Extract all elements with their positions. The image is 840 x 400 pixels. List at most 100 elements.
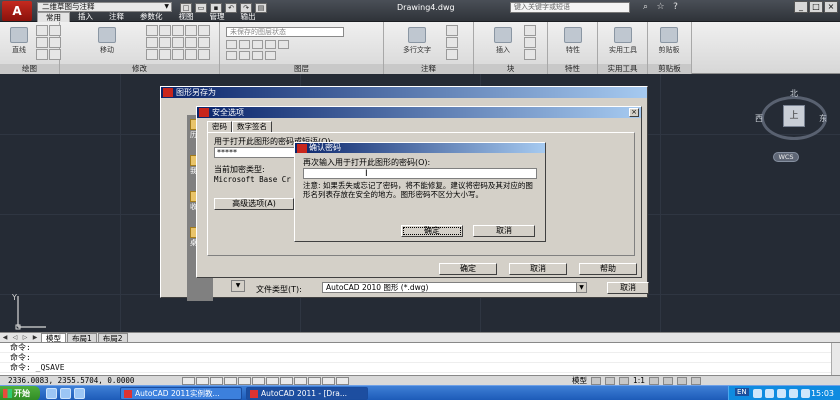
undo-icon[interactable]: ↶ <box>225 3 237 13</box>
taskbar-item-tutorial[interactable]: AutoCAD 2011实例教... <box>120 387 242 400</box>
lock-icon[interactable] <box>265 40 276 49</box>
bulb-icon[interactable] <box>239 40 250 49</box>
copy-icon[interactable] <box>185 25 197 36</box>
workspace-icon[interactable] <box>663 377 674 385</box>
zoom-icon[interactable] <box>619 377 629 385</box>
ime-icon[interactable] <box>789 389 798 398</box>
confirm-cancel-button[interactable]: 取消 <box>473 225 535 237</box>
dyn-icon[interactable] <box>280 377 293 385</box>
move-button[interactable]: 移动 <box>90 25 124 61</box>
update-icon[interactable] <box>801 389 810 398</box>
grid-icon[interactable] <box>196 377 209 385</box>
tab-layout2[interactable]: 布局2 <box>97 333 128 343</box>
chamfer-icon[interactable] <box>172 49 184 60</box>
close-button[interactable]: × <box>824 1 838 13</box>
star-icon[interactable]: ☆ <box>655 2 666 13</box>
clipboard-button[interactable]: 剪贴板 <box>652 25 686 61</box>
osnap-icon[interactable] <box>238 377 251 385</box>
viewcube[interactable]: 北 西 东 上 WCS <box>753 88 833 170</box>
application-menu-button[interactable]: A <box>2 1 32 21</box>
panel-label-annotation[interactable]: 注释 <box>384 64 473 74</box>
tab-parametric[interactable]: 参数化 <box>132 12 171 22</box>
tab-digital-signature[interactable]: 数字签名 <box>232 121 272 132</box>
chevron-down-icon[interactable]: ▼ <box>231 280 245 292</box>
explode-icon[interactable] <box>159 37 171 48</box>
table-icon[interactable] <box>446 49 458 60</box>
security-icon[interactable] <box>777 389 786 398</box>
next-tab-icon[interactable]: ▷ <box>20 333 30 342</box>
save-as-cancel-button[interactable]: 取消 <box>607 282 649 294</box>
compass-north[interactable]: 北 <box>790 88 798 99</box>
stretch-icon[interactable] <box>172 37 184 48</box>
compass-east[interactable]: 东 <box>819 113 827 124</box>
new-icon[interactable]: □ <box>180 3 192 13</box>
compass-west[interactable]: 西 <box>755 113 763 124</box>
tab-annotate[interactable]: 注释 <box>101 12 132 22</box>
viewcube-top-face[interactable]: 上 <box>783 105 805 127</box>
command-scrollbar[interactable] <box>831 343 840 376</box>
open-icon[interactable]: ▭ <box>195 3 207 13</box>
taskbar-item-autocad[interactable]: AutoCAD 2011 - [Dra... <box>246 387 368 400</box>
help-search-input[interactable]: 键入关键字或短语 <box>510 2 630 13</box>
create-block-icon[interactable] <box>524 25 536 36</box>
lock-icon[interactable] <box>677 377 688 385</box>
tab-output[interactable]: 输出 <box>233 12 264 22</box>
minimize-button[interactable]: _ <box>794 1 808 13</box>
quick-properties-icon[interactable] <box>322 377 335 385</box>
extend-icon[interactable] <box>159 49 171 60</box>
last-tab-icon[interactable]: ▶ <box>30 333 40 342</box>
layer-properties-icon[interactable] <box>226 40 237 49</box>
tab-model[interactable]: 模型 <box>41 333 66 343</box>
volume-icon[interactable] <box>765 389 774 398</box>
utilities-button[interactable]: 实用工具 <box>600 25 646 61</box>
snap-icon[interactable] <box>182 377 195 385</box>
polar-icon[interactable] <box>224 377 237 385</box>
tab-home[interactable]: 常用 <box>37 12 70 22</box>
command-line[interactable]: 命令: 命令: 命令: _QSAVE <box>0 342 840 376</box>
otrack-icon[interactable] <box>252 377 265 385</box>
layer-state-combo[interactable]: 未保存的图层状态 <box>226 27 344 37</box>
erase-icon[interactable] <box>172 25 184 36</box>
media-icon[interactable] <box>74 388 85 399</box>
search-icon[interactable]: ⌕ <box>640 2 651 13</box>
security-ok-button[interactable]: 确定 <box>439 263 497 275</box>
layer-freeze-icon[interactable] <box>252 51 263 60</box>
ducs-icon[interactable] <box>266 377 279 385</box>
maximize-button[interactable]: □ <box>809 1 823 13</box>
network-icon[interactable] <box>753 389 762 398</box>
dialog-titlebar[interactable]: 安全选项 × <box>197 107 641 118</box>
tab-layout1[interactable]: 布局1 <box>67 333 97 343</box>
panel-label-properties[interactable]: 特性 <box>548 64 597 74</box>
leader-icon[interactable] <box>446 37 458 48</box>
confirm-password-input[interactable]: I <box>303 168 537 179</box>
array-icon[interactable] <box>198 37 210 48</box>
clean-screen-icon[interactable] <box>691 377 702 385</box>
dialog-titlebar[interactable]: 确认密码 <box>295 143 545 153</box>
offset-icon[interactable] <box>146 49 158 60</box>
password-input[interactable]: ***** <box>214 147 304 158</box>
plot-icon[interactable]: ▤ <box>255 3 267 13</box>
layer-isolate-icon[interactable] <box>226 51 237 60</box>
lineweight-icon[interactable] <box>294 377 307 385</box>
attribute-icon[interactable] <box>524 49 536 60</box>
file-type-select[interactable]: AutoCAD 2010 图形 (*.dwg) ▼ <box>322 282 587 293</box>
tab-insert[interactable]: 插入 <box>70 12 101 22</box>
properties-button[interactable]: 特性 <box>556 25 590 61</box>
layout-icon[interactable] <box>591 377 601 385</box>
line-button[interactable]: 直线 <box>2 25 36 61</box>
browser-icon[interactable] <box>46 388 57 399</box>
insert-button[interactable]: 插入 <box>486 25 520 61</box>
polyline-icon[interactable] <box>36 25 48 36</box>
sun-icon[interactable] <box>252 40 263 49</box>
panel-label-block[interactable]: 块 <box>474 64 547 74</box>
join-icon[interactable] <box>185 49 197 60</box>
security-help-button[interactable]: 帮助 <box>579 263 637 275</box>
layer-match-icon[interactable] <box>265 51 276 60</box>
selection-cycling-icon[interactable] <box>336 377 349 385</box>
edit-block-icon[interactable] <box>524 37 536 48</box>
advanced-options-button[interactable]: 高级选项(A) <box>214 198 294 210</box>
desktop-icon[interactable] <box>60 388 71 399</box>
panel-label-draw[interactable]: 绘图 <box>0 64 59 74</box>
mtext-button[interactable]: 多行文字 <box>394 25 440 61</box>
start-button[interactable]: 开始 <box>0 386 40 400</box>
